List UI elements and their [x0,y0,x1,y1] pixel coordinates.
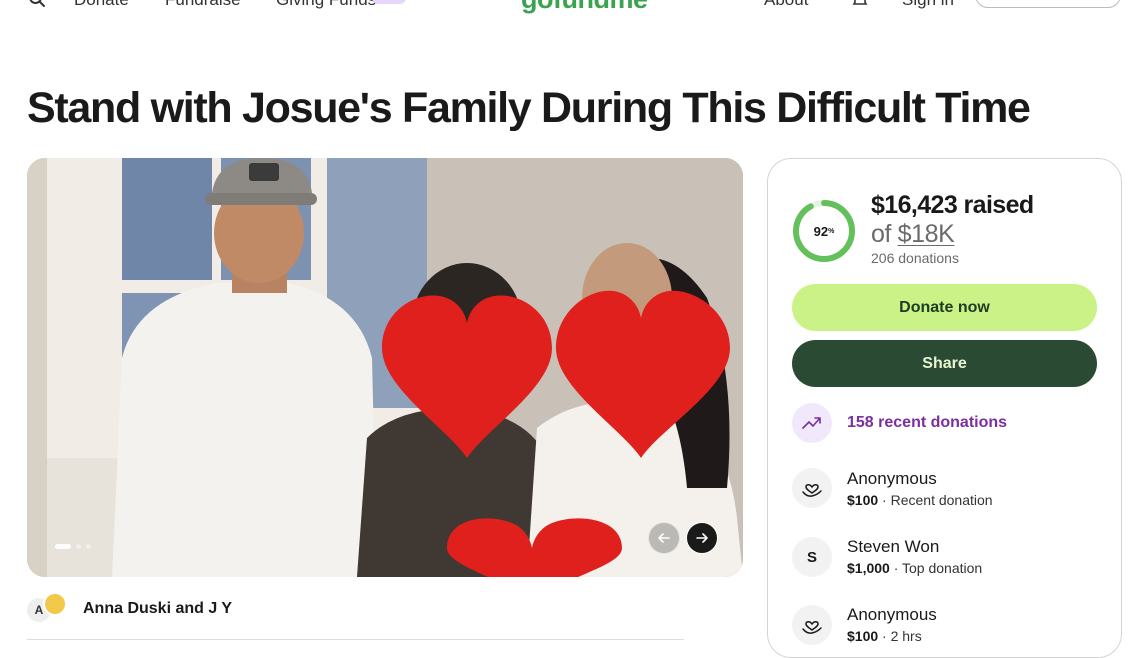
nav-about-link[interactable]: About [764,0,808,10]
donation-detail: · 2 hrs [878,628,922,644]
donation-card: 92% $16,423 raised of $18K 206 donations… [767,158,1122,658]
search-icon[interactable] [28,0,46,8]
organizer-avatar-icon [43,592,67,616]
campaign-photo [27,158,743,577]
share-button[interactable]: Share [792,340,1097,387]
arrow-right-icon [696,533,708,543]
gallery-pagination [55,544,91,549]
donor-name: Anonymous [847,605,937,624]
nav-fundraise-link[interactable]: Fundraise [165,0,241,10]
new-badge [372,0,406,4]
bell-icon[interactable] [850,0,870,10]
goal-text: of $18K [871,220,955,249]
donation-amount: $1,000 [847,560,890,576]
gallery-dot-active[interactable] [55,544,71,549]
previous-photo-button[interactable] [648,522,680,554]
donor-name: Anonymous [847,469,937,488]
donor-avatar-initial: S [792,537,832,577]
arrow-left-icon [658,533,670,543]
goal-amount[interactable]: $18K [898,220,955,248]
donation-amount: $100 [847,628,879,644]
organizer-names[interactable]: Anna Duski and J Y [83,600,232,618]
nav-donate-link[interactable]: Donate [74,0,129,10]
donor-name: Steven Won [847,537,940,556]
organizer-avatars: A [27,592,71,626]
divider [27,639,684,640]
amount-raised: $16,423 raised [871,191,1034,219]
campaign-photo-gallery[interactable] [27,158,743,577]
gofundme-logo[interactable]: gofundme [521,0,648,15]
donation-detail: · Top donation [889,560,983,576]
nav-sign-in-link[interactable]: Sign in [902,0,954,10]
progress-percent: 92% [792,199,856,263]
trending-up-icon [792,403,832,443]
donate-now-button[interactable]: Donate now [792,284,1097,331]
start-gofundme-button[interactable]: Start a GoFundMe [975,0,1121,8]
donation-detail: · Recent donation [878,492,993,508]
gallery-dot[interactable] [86,544,91,549]
donation-meta: $100 · Recent donation [847,492,993,508]
progress-percent-value: 92 [813,223,829,239]
heart-hand-icon [792,605,832,645]
donations-count: 206 donations [871,250,959,266]
donation-meta: $100 · 2 hrs [847,628,922,644]
goal-prefix: of [871,220,898,248]
gallery-dot[interactable] [76,544,81,549]
heart-hand-icon [792,468,832,508]
campaign-title: Stand with Josue's Family During This Di… [27,84,1031,132]
nav-giving-funds-link[interactable]: Giving Funds [276,0,376,10]
top-navigation: Donate Fundraise Giving Funds gofundme A… [0,0,1140,18]
donation-meta: $1,000 · Top donation [847,560,982,576]
next-photo-button[interactable] [686,522,718,554]
progress-percent-symbol: % [828,227,835,235]
donation-amount: $100 [847,492,879,508]
recent-donations-link[interactable]: 158 recent donations [847,414,1007,432]
